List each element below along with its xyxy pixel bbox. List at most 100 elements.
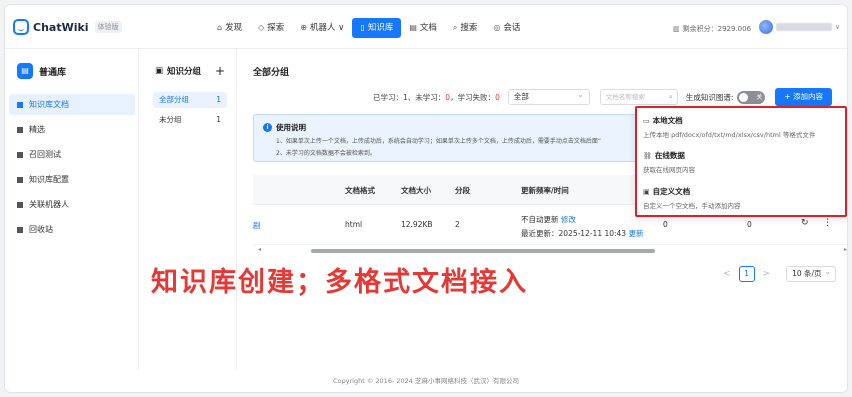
sidebar-item-config[interactable]: 知识库配置 [9, 169, 135, 190]
user-name-blurred [776, 23, 832, 31]
more-actions-icon[interactable]: ⋮ [823, 218, 832, 228]
info-icon: i [263, 123, 272, 132]
page-number[interactable]: 1 [738, 266, 755, 282]
app-logo[interactable]: ChatWiki 体验版 [13, 19, 122, 35]
update-frequency: 不自动更新 修改 [521, 215, 576, 224]
app-name: ChatWiki [33, 20, 89, 34]
robot-icon: ⊕ [300, 23, 307, 32]
library-header: ▤ 普通库 [17, 63, 66, 79]
row-value-2: 0 [747, 220, 752, 229]
scrollbar-thumb[interactable] [311, 249, 655, 253]
scroll-right-icon[interactable]: ▸ [844, 246, 847, 253]
notice-title: 使用说明 [276, 123, 306, 132]
menu-item-custom-document[interactable]: ▣ 自定义文档 自定义一个空文档，手动添加内容 [643, 186, 741, 210]
notice-line-1: 1、如果单次上传一个文档，上传成功后，系统会自动学习；如果单次上传多个文档，上传… [276, 138, 601, 145]
footer-copyright: Copyright © 2016- 2024 芝麻小事网络科技（武汉）有限公司 [333, 377, 519, 385]
group-count: 1 [216, 95, 221, 104]
usage-notice: i 使用说明 1、如果单次上传一个文档，上传成功后，系统会自动学习；如果单次上传… [253, 114, 683, 162]
chat-icon: ◎ [493, 23, 501, 32]
refresh-icon[interactable]: ↻ [801, 218, 809, 228]
document-icon: ▣ [643, 187, 650, 196]
featured-icon [17, 126, 23, 133]
credits-display: ▥ 剩余积分：2929.006 [673, 24, 751, 34]
group-item-ungrouped[interactable]: 未分组 1 [153, 112, 227, 128]
chevron-down-icon: ∨ [835, 23, 841, 31]
library-title: 普通库 [39, 67, 67, 78]
group-item-all[interactable]: 全部分组 1 [153, 92, 227, 108]
recall-test-icon [17, 151, 23, 158]
modify-frequency-link[interactable]: 修改 [561, 215, 576, 224]
horizontal-scrollbar[interactable]: ◂ ▸ [253, 246, 847, 254]
group-header: ▣ 知识分组 + [155, 64, 225, 78]
edition-badge: 体验版 [94, 21, 122, 33]
sidebar-item-linked-robots[interactable]: 关联机器人 [9, 194, 135, 215]
search-icon: ⌕ [452, 23, 458, 32]
book-icon: ▯ [360, 23, 365, 32]
next-page-button[interactable]: > [763, 269, 771, 279]
doc-segments: 2 [455, 220, 460, 229]
search-input[interactable]: 文档名称搜索 ⌕ [599, 89, 678, 105]
toolbar: 已学习：1、未学习：0，学习失败：0 全部 文档名称搜索⌕ 生成知识图谱: 关 … [373, 88, 833, 106]
main-nav: ⌂ 发现 ◇ 探索 ⊕ 机器人 ∨ ▯ 知识库 ▤ 文档 ⌕ 搜索 ◎ 会话 [209, 18, 528, 38]
link-icon: ⛓ [643, 151, 652, 160]
doc-name-fragment[interactable]: 剧 [253, 220, 261, 231]
top-bar: ChatWiki 体验版 ⌂ 发现 ◇ 探索 ⊕ 机器人 ∨ ▯ 知识库 ▤ 文档 ⌕ 搜索… [5, 5, 847, 49]
overlay-caption: 知识库创建；多格式文档接入 [151, 267, 528, 298]
update-now-link[interactable]: 更新 [628, 229, 643, 238]
search-icon: ⌕ [668, 93, 673, 101]
row-value-1: 0 [663, 220, 668, 229]
credits-text: 剩余积分：2929.006 [682, 25, 752, 33]
doc-size: 12.92KB [401, 220, 433, 229]
sidebar-item-featured[interactable]: 精选 [9, 119, 135, 140]
col-update: 更新频率/时间 [521, 186, 569, 195]
prev-page-button[interactable]: < [723, 269, 731, 279]
pagination: < 1 > 10 条/页 [723, 265, 837, 282]
nav-discover[interactable]: ⌂ 发现 [209, 18, 250, 38]
status-filter-select[interactable]: 全部 [507, 88, 590, 105]
nav-knowledge-base[interactable]: ▯ 知识库 [352, 18, 402, 38]
generate-graph-label: 生成知识图谱: [685, 92, 734, 102]
page-title: 全部分组 [253, 68, 290, 78]
add-group-button[interactable]: + [215, 64, 225, 78]
library-icon: ▤ [17, 63, 33, 79]
app-window: ChatWiki 体验版 ⌂ 发现 ◇ 探索 ⊕ 机器人 ∨ ▯ 知识库 ▤ 文档 ⌕ 搜索… [4, 4, 848, 393]
user-menu[interactable]: ∨ [759, 20, 840, 34]
col-size: 文档大小 [401, 186, 431, 195]
nav-search[interactable]: ⌕ 搜索 [445, 18, 486, 38]
scroll-left-icon[interactable]: ◂ [258, 246, 261, 253]
document-icon: ▤ [409, 23, 417, 32]
sidebar-item-recycle-bin[interactable]: 回收站 [9, 219, 135, 240]
folder-icon: ▭ [643, 116, 650, 125]
nav-documents[interactable]: ▤ 文档 [401, 18, 445, 38]
robot-link-icon [17, 201, 23, 208]
config-icon [17, 176, 23, 183]
col-format: 文档格式 [345, 186, 375, 195]
nav-explore[interactable]: ◇ 探索 [250, 18, 292, 38]
group-count: 1 [216, 115, 221, 124]
group-panel: ▣ 知识分组 + 全部分组 1 未分组 1 [145, 50, 237, 370]
generate-graph-toggle[interactable]: 关 [737, 90, 766, 104]
notice-line-2: 2、未学习的文档数据不会被检索到。 [276, 150, 376, 157]
add-content-dropdown: ▭ 本地文档 上传本地 pdf/docx/ofd/txt/md/xlsx/csv/… [635, 106, 847, 217]
group-title: 知识分组 [167, 67, 202, 77]
sidebar-menu: 知识库文档 精选 召回测试 知识库配置 关联机器人 回收站 [9, 94, 135, 244]
credits-icon: ▥ [673, 25, 680, 33]
documents-icon [17, 101, 23, 108]
nav-robots[interactable]: ⊕ 机器人 ∨ [292, 18, 352, 38]
avatar [759, 20, 773, 34]
doc-format: html [345, 220, 363, 229]
sidebar-item-recall-test[interactable]: 召回测试 [9, 144, 135, 165]
home-icon: ⌂ [217, 23, 223, 32]
compass-icon: ◇ [258, 23, 265, 32]
sidebar-item-documents[interactable]: 知识库文档 [9, 94, 135, 115]
page-size-select[interactable]: 10 条/页 [786, 265, 837, 282]
chatwiki-logo-icon [13, 19, 29, 35]
col-segments: 分段 [455, 186, 470, 195]
last-updated: 最近更新：2025-12-11 10:43 更新 [521, 229, 644, 238]
menu-item-online-data[interactable]: ⛓ 在线数据 获取在线网页内容 [643, 150, 695, 174]
nav-chat[interactable]: ◎ 会话 [485, 18, 528, 38]
add-content-button[interactable]: + 添加内容 [775, 88, 833, 106]
menu-item-local-document[interactable]: ▭ 本地文档 上传本地 pdf/docx/ofd/txt/md/xlsx/csv/… [643, 115, 815, 139]
learning-stats: 已学习：1、未学习：0，学习失败：0 [373, 92, 500, 102]
group-icon: ▣ [155, 66, 164, 76]
